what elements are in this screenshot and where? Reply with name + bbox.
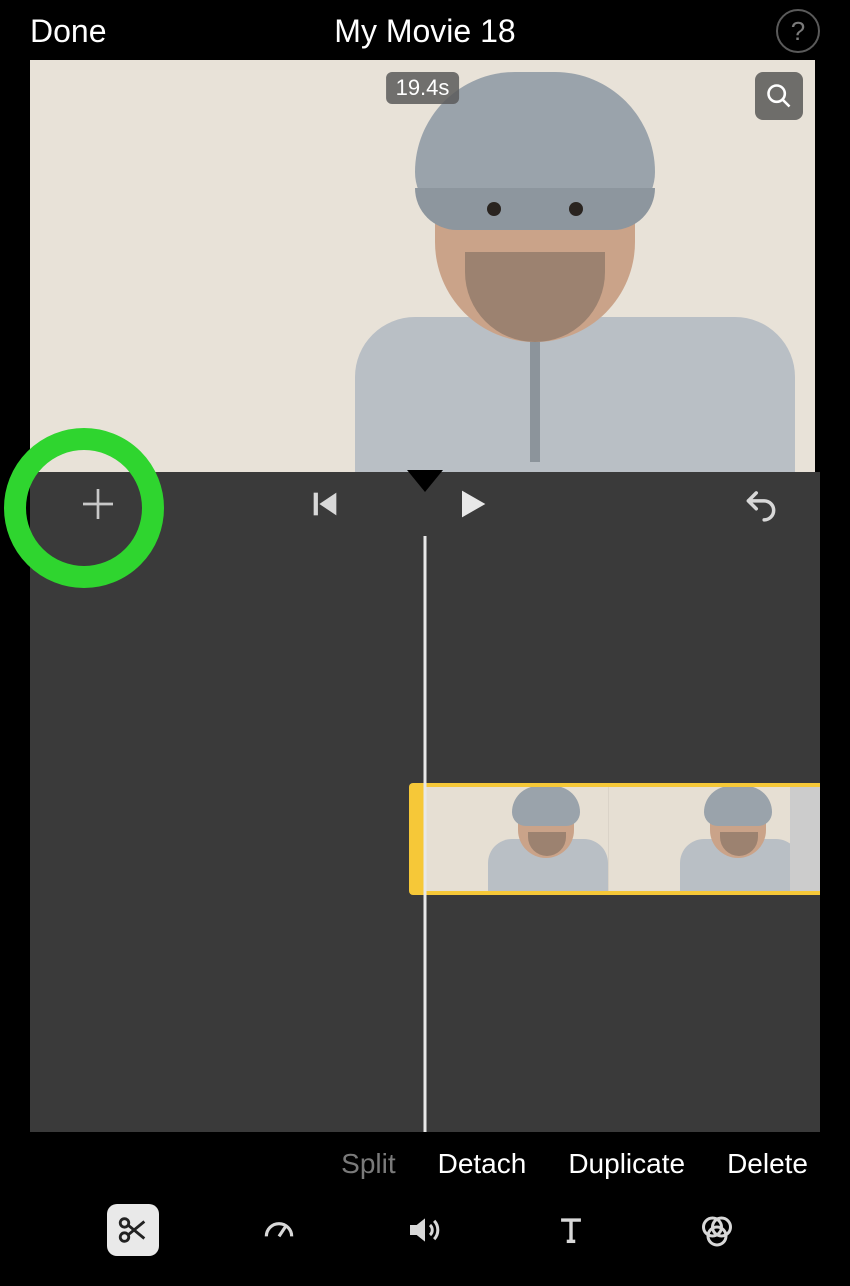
filters-icon (699, 1212, 735, 1248)
speed-tool[interactable] (253, 1204, 305, 1256)
scissors-icon (116, 1213, 150, 1247)
selected-clip[interactable] (422, 783, 820, 895)
clip-actions: Split Detach Duplicate Delete (0, 1132, 850, 1192)
video-preview[interactable]: 19.4s (30, 60, 815, 472)
undo-icon (742, 485, 780, 523)
project-title: My Movie 18 (334, 13, 515, 50)
volume-tool[interactable] (399, 1204, 451, 1256)
plus-icon (78, 484, 118, 524)
play-icon (452, 484, 492, 524)
preview-frame-content (315, 62, 815, 472)
magnify-icon (765, 82, 793, 110)
done-button[interactable]: Done (30, 13, 107, 50)
play-button[interactable] (452, 484, 492, 524)
clip-thumbnail (426, 787, 608, 891)
edit-toolbar (0, 1192, 850, 1262)
timeline[interactable] (30, 536, 820, 1132)
playhead-line[interactable] (424, 536, 427, 1132)
go-to-start-button[interactable] (308, 487, 342, 521)
filters-tool[interactable] (691, 1204, 743, 1256)
clip-duration-badge: 19.4s (386, 72, 460, 104)
speaker-icon (405, 1210, 445, 1250)
zoom-button[interactable] (755, 72, 803, 120)
header-bar: Done My Movie 18 ? (0, 0, 850, 60)
help-button[interactable]: ? (776, 9, 820, 53)
delete-button[interactable]: Delete (727, 1148, 808, 1180)
add-media-button[interactable] (78, 484, 118, 524)
titles-tool[interactable] (545, 1204, 597, 1256)
detach-button[interactable]: Detach (438, 1148, 527, 1180)
clip-thumbnail (608, 787, 790, 891)
speedometer-icon (260, 1211, 298, 1249)
split-button[interactable]: Split (341, 1148, 395, 1180)
playhead-marker-icon (407, 470, 443, 492)
previous-icon (308, 487, 342, 521)
playback-controls (30, 472, 820, 536)
duplicate-button[interactable]: Duplicate (568, 1148, 685, 1180)
cut-tool[interactable] (107, 1204, 159, 1256)
undo-button[interactable] (742, 485, 780, 523)
help-icon: ? (791, 16, 805, 47)
text-icon (554, 1213, 588, 1247)
